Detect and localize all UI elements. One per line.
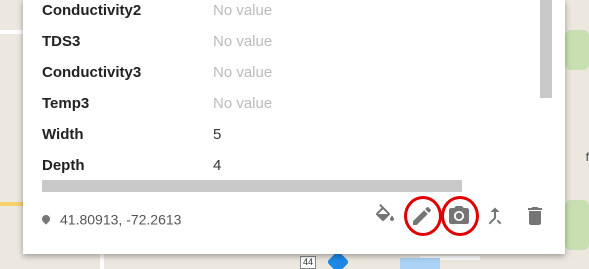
attribute-value: No value (213, 33, 273, 50)
map-road (0, 30, 23, 34)
vertical-scrollbar[interactable] (540, 0, 552, 98)
attribute-value: No value (213, 64, 273, 81)
filter-icon[interactable] (483, 204, 507, 228)
map-road (100, 254, 104, 269)
map-park (565, 200, 589, 250)
route-shield: 44 (300, 256, 317, 269)
attribute-row: Temp3 No value (42, 95, 522, 115)
attribute-label: Conductivity3 (42, 64, 142, 81)
popup-footer: 41.80913, -72.2613 (23, 196, 565, 240)
attribute-row: Width 5 (42, 126, 522, 146)
map-water (400, 258, 440, 269)
map-edge-label: f (585, 150, 589, 164)
attribute-value: 5 (213, 126, 222, 143)
attribute-value: 4 (213, 157, 222, 173)
highlight-circle (404, 196, 442, 236)
attribute-label: Conductivity2 (42, 2, 142, 19)
trash-icon[interactable] (523, 204, 547, 228)
attribute-value: No value (213, 2, 273, 19)
location-pin-icon (40, 213, 52, 225)
attribute-row: Depth 4 (42, 157, 522, 173)
attribute-row: Conductivity2 No value (42, 2, 522, 22)
attribute-label: Depth (42, 157, 85, 173)
map-road (0, 202, 23, 206)
attribute-row: Conductivity3 No value (42, 64, 522, 84)
attribute-row: TDS3 No value (42, 33, 522, 53)
feature-popup: Conductivity2 No value TDS3 No value Con… (23, 0, 565, 254)
attribute-value: No value (213, 95, 273, 112)
highlight-circle (441, 196, 479, 236)
horizontal-scrollbar[interactable] (42, 180, 462, 192)
attribute-label: TDS3 (42, 33, 81, 50)
fill-icon[interactable] (373, 204, 397, 228)
attribute-label: Width (42, 126, 84, 143)
coordinates: 41.80913, -72.2613 (40, 210, 182, 228)
coordinates-text: 41.80913, -72.2613 (60, 211, 182, 228)
map-park (565, 30, 589, 70)
attribute-list[interactable]: Conductivity2 No value TDS3 No value Con… (23, 0, 543, 173)
attribute-label: Temp3 (42, 95, 90, 112)
